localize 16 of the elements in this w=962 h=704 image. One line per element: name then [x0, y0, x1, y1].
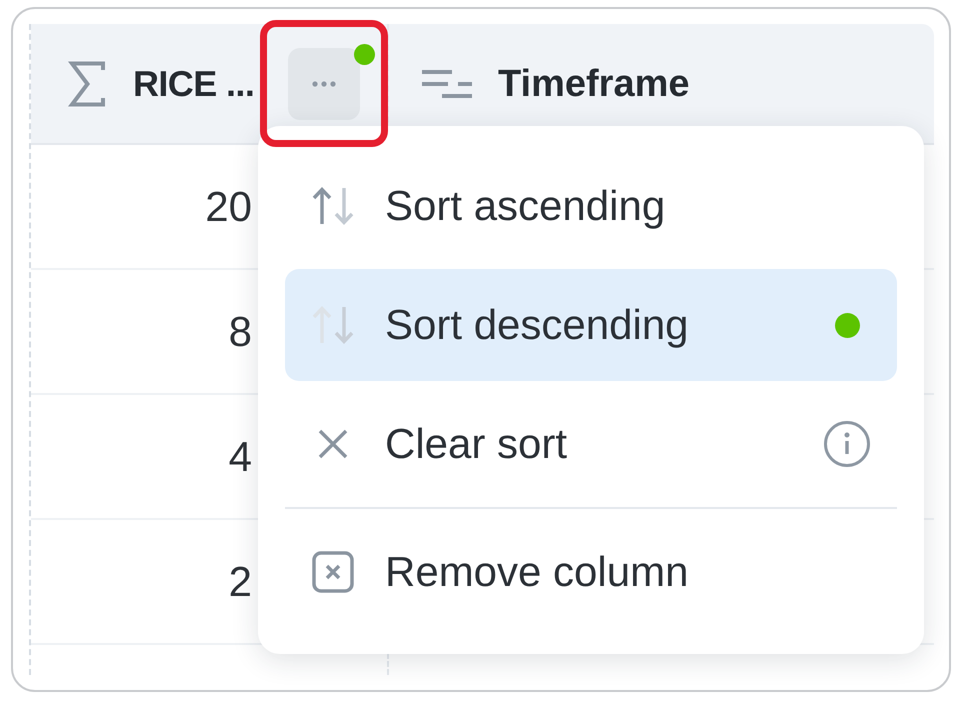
more-button[interactable] — [288, 48, 360, 120]
info-icon[interactable] — [824, 421, 870, 467]
column-title: Timeframe — [498, 64, 690, 102]
table-cell: 4 — [228, 436, 252, 478]
x-icon — [318, 429, 348, 459]
table-cell: 8 — [228, 310, 252, 352]
column-title: RICE ... — [133, 66, 254, 102]
x-square-icon — [312, 551, 354, 593]
sort-arrows-icon — [311, 305, 355, 345]
sort-arrows-icon — [311, 186, 355, 226]
menu-item[interactable]: Sort descending — [285, 269, 897, 381]
table-cell: 20 — [205, 186, 252, 228]
table-cell: 2 — [228, 560, 252, 602]
text-lines-icon — [422, 70, 472, 98]
sigma-icon — [68, 60, 106, 106]
ellipsis-icon — [312, 80, 336, 86]
